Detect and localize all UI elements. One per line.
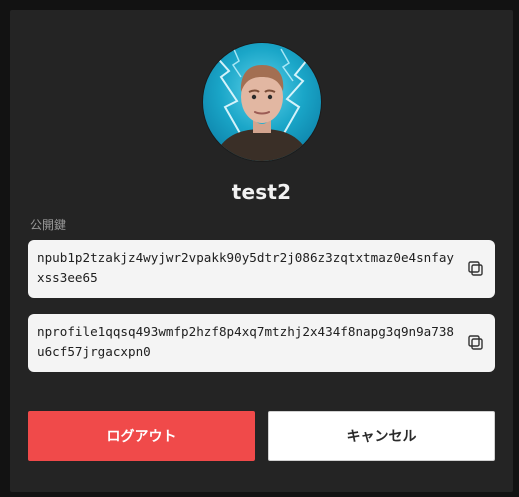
cancel-button[interactable]: キャンセル xyxy=(268,411,495,461)
npub-field: npub1p2tzakjz4wyjwr2vpakk90y5dtr2j086z3z… xyxy=(28,240,495,298)
nprofile-field: nprofile1qqsq493wmfp2hzf8p4xq7mtzhj2x434… xyxy=(28,314,495,372)
copy-nprofile-button[interactable] xyxy=(467,334,485,352)
logout-button[interactable]: ログアウト xyxy=(28,411,255,461)
copy-icon xyxy=(468,261,483,276)
nprofile-value: nprofile1qqsq493wmfp2hzf8p4xq7mtzhj2x434… xyxy=(37,324,455,359)
copy-npub-button[interactable] xyxy=(467,260,485,278)
avatar xyxy=(203,43,321,161)
profile-username: test2 xyxy=(231,180,292,204)
npub-value: npub1p2tzakjz4wyjwr2vpakk90y5dtr2j086z3z… xyxy=(37,250,455,285)
copy-icon xyxy=(468,335,483,350)
modal-backdrop: test2 公開鍵 npub1p2tzakjz4wyjwr2vpakk90y5d… xyxy=(0,0,519,497)
public-key-label: 公開鍵 xyxy=(30,218,67,232)
account-modal: test2 公開鍵 npub1p2tzakjz4wyjwr2vpakk90y5d… xyxy=(10,10,513,492)
avatar-image xyxy=(212,46,312,161)
